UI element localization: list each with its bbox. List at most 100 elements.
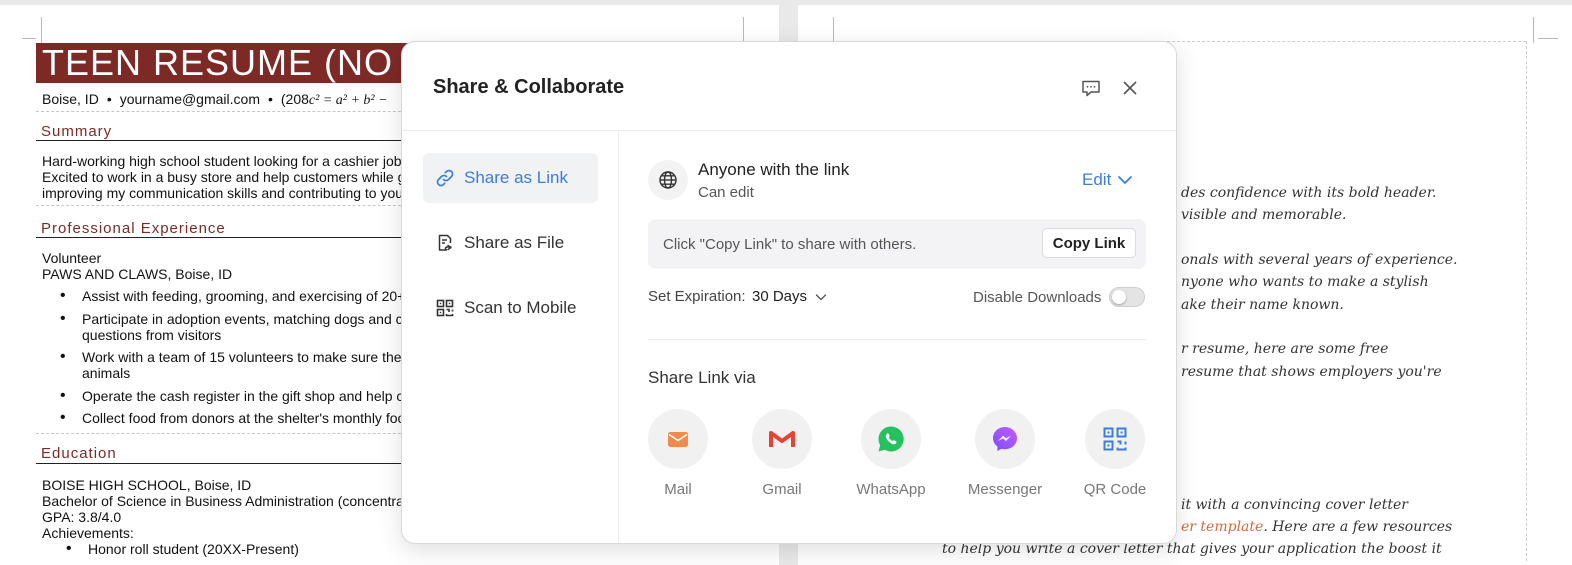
education-line: GPA: 3.8/4.0 bbox=[42, 509, 122, 525]
margin-mark bbox=[41, 17, 42, 43]
margin-mark bbox=[22, 38, 36, 39]
expiration-value: 30 Days bbox=[752, 288, 808, 305]
list-item: Participate in adoption events, matching… bbox=[60, 311, 403, 327]
mail-icon bbox=[648, 409, 708, 469]
chevron-down-icon bbox=[815, 293, 827, 300]
permission-title: Anyone with the link bbox=[698, 160, 850, 179]
share-dialog: Share & Collaborate Share as Link Share … bbox=[401, 41, 1177, 544]
body-text-line: er template. Here are a few resources bbox=[1181, 519, 1453, 535]
list-item: Collect food from donors at the shelter'… bbox=[60, 410, 405, 426]
margin-mark bbox=[1533, 17, 1534, 43]
messenger-icon bbox=[975, 409, 1035, 469]
contact-phone-math: c² = a² + b² − bbox=[308, 93, 388, 108]
share-via-title: Share Link via bbox=[648, 368, 756, 387]
section-rule bbox=[36, 140, 436, 141]
body-text-line: nyone who wants to make a stylish bbox=[1181, 274, 1429, 290]
share-option-label: Gmail bbox=[762, 481, 802, 498]
cover-letter-template-link[interactable]: er template bbox=[1181, 519, 1263, 535]
body-text-line: ake their name known. bbox=[1181, 297, 1344, 313]
disable-downloads-toggle[interactable] bbox=[1109, 287, 1145, 307]
contact-location: Boise, ID bbox=[42, 91, 99, 107]
divider bbox=[36, 205, 436, 206]
expiration-label: Set Expiration: bbox=[648, 288, 746, 305]
body-text-line: des confidence with its bold header. bbox=[1181, 185, 1437, 201]
experience-bullets: Operate the cash register in the gift sh… bbox=[60, 388, 403, 404]
share-option-label: Messenger bbox=[967, 481, 1043, 498]
edit-permission-dropdown[interactable]: Edit bbox=[1082, 170, 1133, 190]
experience-bullets: Assist with feeding, grooming, and exerc… bbox=[60, 288, 405, 304]
copy-link-hint: Click "Copy Link" to share with others. bbox=[663, 236, 917, 253]
share-qr-code-button[interactable]: QR Code bbox=[1075, 409, 1155, 498]
share-whatsapp-button[interactable]: WhatsApp bbox=[851, 409, 931, 498]
experience-bullets: Collect food from donors at the shelter'… bbox=[60, 410, 405, 426]
experience-bullets: Participate in adoption events, matching… bbox=[60, 311, 403, 327]
education-line: BOISE HIGH SCHOOL, Boise, ID bbox=[42, 477, 252, 493]
share-option-label: QR Code bbox=[1083, 481, 1147, 498]
sidebar-divider bbox=[618, 130, 619, 543]
qr-code-icon bbox=[1085, 409, 1145, 469]
sidebar-item-scan-to-mobile[interactable]: Scan to Mobile bbox=[423, 283, 598, 333]
toggle-knob bbox=[1112, 290, 1126, 304]
sidebar-item-share-as-file[interactable]: Share as File bbox=[423, 218, 598, 268]
expiration-select[interactable]: 30 Days bbox=[752, 288, 827, 305]
experience-org: PAWS AND CLAWS, Boise, ID bbox=[42, 266, 233, 282]
contact-phone: (208 bbox=[280, 91, 309, 107]
list-item-continuation: questions from visitors bbox=[82, 327, 222, 343]
section-heading-summary: Summary bbox=[41, 123, 113, 140]
body-text-line: onals with several years of experience. bbox=[1181, 252, 1458, 268]
share-option-label: Mail bbox=[664, 481, 692, 498]
comment-icon[interactable] bbox=[1079, 76, 1103, 100]
file-share-icon bbox=[434, 232, 456, 254]
link-icon bbox=[434, 167, 456, 189]
share-mail-button[interactable]: Mail bbox=[638, 409, 718, 498]
experience-role: Volunteer bbox=[42, 250, 102, 266]
section-heading-education: Education bbox=[41, 445, 117, 462]
summary-line: improving my communication skills and co… bbox=[42, 185, 404, 201]
globe-icon bbox=[648, 160, 688, 200]
resume-contact: Boise, ID • yourname@gmail.com • (208c² = a²… bbox=[42, 91, 388, 108]
share-gmail-button[interactable]: Gmail bbox=[742, 409, 822, 498]
close-icon[interactable] bbox=[1118, 76, 1142, 100]
margin-mark bbox=[743, 17, 744, 43]
permission-subtitle: Can edit bbox=[698, 184, 754, 201]
summary-line: Hard-working high school student looking… bbox=[42, 153, 402, 169]
body-text-line: it with a convincing cover letter bbox=[1181, 497, 1408, 513]
list-item-continuation: animals bbox=[82, 365, 131, 381]
margin-mark bbox=[833, 17, 834, 43]
list-item: Operate the cash register in the gift sh… bbox=[60, 388, 403, 404]
contact-email: yourname@gmail.com bbox=[119, 91, 260, 107]
header-divider bbox=[402, 130, 1176, 131]
sidebar-item-label: Share as File bbox=[464, 233, 565, 252]
share-option-label: WhatsApp bbox=[856, 481, 926, 498]
education-line: Bachelor of Science in Business Administ… bbox=[42, 493, 404, 509]
section-divider bbox=[648, 339, 1146, 340]
whatsapp-icon bbox=[861, 409, 921, 469]
gmail-icon bbox=[752, 409, 812, 469]
copy-link-button[interactable]: Copy Link bbox=[1042, 228, 1136, 258]
body-text-line: visible and memorable. bbox=[1181, 207, 1347, 223]
section-rule bbox=[36, 237, 436, 238]
share-messenger-button[interactable]: Messenger bbox=[965, 409, 1045, 498]
divider bbox=[36, 433, 436, 434]
section-rule bbox=[36, 463, 436, 464]
list-item: Assist with feeding, grooming, and exerc… bbox=[60, 288, 405, 304]
sidebar-item-label: Share as Link bbox=[464, 168, 568, 187]
chevron-down-icon bbox=[1118, 176, 1133, 184]
summary-line: Excited to work in a busy store and help… bbox=[42, 169, 406, 185]
sidebar-item-share-as-link[interactable]: Share as Link bbox=[423, 153, 598, 203]
resume-title: TEEN RESUME (NO bbox=[36, 43, 422, 83]
experience-bullets: Work with a team of 15 volunteers to mak… bbox=[60, 349, 402, 365]
divider bbox=[36, 111, 436, 112]
copy-link-box: Click "Copy Link" to share with others. … bbox=[648, 219, 1146, 269]
list-item: Work with a team of 15 volunteers to mak… bbox=[60, 349, 402, 365]
education-line: Achievements: bbox=[42, 525, 134, 541]
disable-downloads-label: Disable Downloads bbox=[973, 289, 1102, 306]
margin-guide bbox=[1526, 41, 1527, 561]
edit-label: Edit bbox=[1082, 170, 1112, 189]
sidebar-item-label: Scan to Mobile bbox=[464, 298, 577, 317]
margin-mark bbox=[1538, 38, 1558, 39]
body-text-line: r resume, here are some free bbox=[1181, 341, 1389, 357]
section-heading-experience: Professional Experience bbox=[41, 220, 226, 237]
qr-code-icon bbox=[434, 297, 456, 319]
dialog-title: Share & Collaborate bbox=[433, 76, 625, 98]
